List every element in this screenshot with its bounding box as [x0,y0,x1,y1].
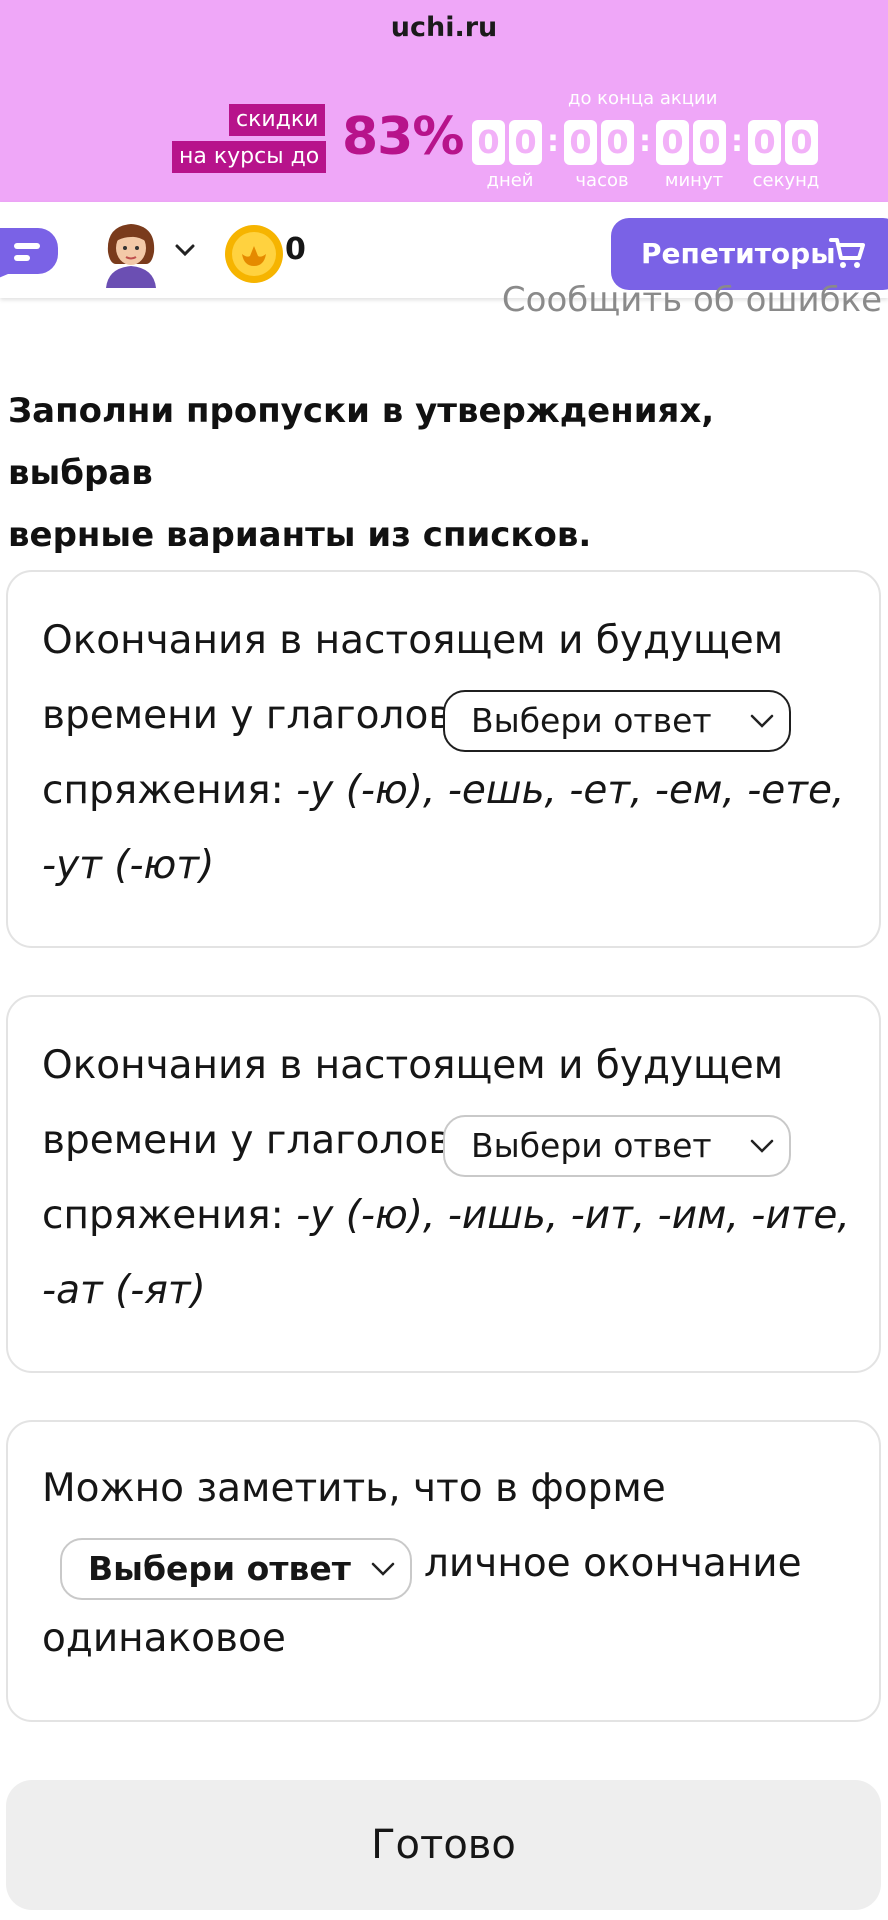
discount-tag-line1: скидки [229,104,326,136]
done-button[interactable]: Готово [6,1780,881,1910]
instruction-line: верные варианты из списков. [8,515,592,555]
statement-text: спряжения: -у (-ю), -ешь, -ет, -ем, -ете… [42,768,844,813]
answer-select-value: Выбери ответ [471,1126,712,1165]
statement-text-plain: спряжения: [42,768,284,813]
answer-select-value: Выбери ответ [88,1549,351,1588]
discount-percent: 83% [342,107,464,167]
timer-colon: : [639,124,651,159]
instruction-line: Заполни пропуски в утверждениях, выбрав [8,391,715,493]
ending-list: -у (-ю), -ишь, -ит, -им, -ите, [296,1193,850,1238]
chevron-down-icon [371,1562,395,1576]
timer-digit: 0 [472,120,505,165]
statement-text: Окончания в настоящем и будущем [42,618,784,663]
promo-banner[interactable]: uchi.ru скидки на курсы до 83% до конца … [0,0,888,202]
report-error-link[interactable]: Сообщить об ошибке [502,280,882,320]
ending-list: -ут (-ют) [42,843,215,888]
answer-select[interactable]: Выбери ответ [443,1115,791,1177]
timer-unit-minutes: минут [664,170,724,191]
timer-unit-days: дней [486,170,534,191]
timer-digit: 0 [656,120,689,165]
chevron-down-icon [750,714,774,728]
discount-tag-line2: на курсы до [172,141,327,173]
answer-select-value: Выбери ответ [471,701,712,740]
chevron-down-icon[interactable] [174,242,196,258]
timer-digit: 0 [509,120,542,165]
timer-digit: 0 [748,120,781,165]
avatar-icon[interactable] [100,220,162,288]
timer-unit-seconds: секунд [752,170,820,191]
ending-list: -у (-ю), -ешь, -ет, -ем, -ете, [296,768,845,813]
answer-select[interactable]: Выбери ответ [443,690,791,752]
timer-colon: : [731,124,743,159]
statement-text: одинаковое [42,1616,286,1661]
chevron-down-icon [750,1139,774,1153]
statement-text: -ут (-ют) [42,843,214,888]
statement-text-plain: спряжения: [42,1193,284,1238]
timer-digit: 0 [601,120,634,165]
coin-count: 0 [285,232,306,267]
statement-text: времени у глаголов [42,693,452,738]
timer-digit: 0 [564,120,597,165]
statement-text: Можно заметить, что в форме [42,1466,666,1511]
timer-digit: 0 [785,120,818,165]
chat-icon[interactable] [0,224,60,282]
statement-text: спряжения: -у (-ю), -ишь, -ит, -им, -ите… [42,1193,850,1238]
statement-text: личное окончание [424,1541,802,1586]
ending-list: -ат (-ят) [42,1268,206,1313]
timer-colon: : [547,124,559,159]
site-name: uchi.ru [390,12,498,43]
tutors-button-label: Репетиторы [641,237,836,270]
answer-select[interactable]: Выбери ответ [60,1538,412,1600]
statement-text: -ат (-ят) [42,1268,206,1313]
timer-unit-hours: часов [575,170,629,191]
coin-icon[interactable] [224,224,284,284]
timer-title: до конца акции [568,88,718,109]
timer-digit: 0 [693,120,726,165]
statement-text: времени у глаголов [42,1118,452,1163]
task-instruction: Заполни пропуски в утверждениях, выбрав … [8,380,868,566]
cart-icon [829,238,865,268]
statement-text: Окончания в настоящем и будущем [42,1043,784,1088]
